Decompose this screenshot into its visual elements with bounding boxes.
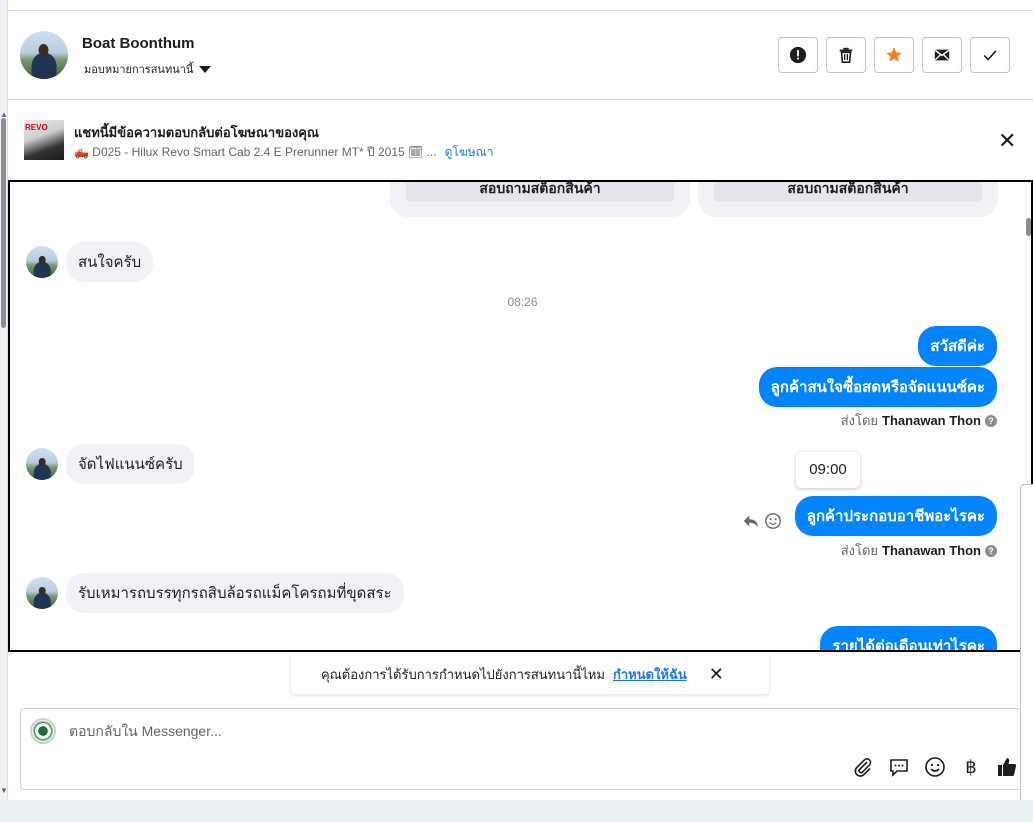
outgoing-message[interactable]: ลูกค้าสนใจซื้อสดหรือจัดแนนซ์คะ [758,367,997,407]
incoming-message: จัดไฟแนนซ์ครับ [26,444,195,484]
view-ad-link[interactable]: ดูโฆษณา [445,143,494,162]
mark-unread-button[interactable] [922,37,962,73]
outgoing-message[interactable]: รายได้ต่อเดือนเท่าไรคะ [820,626,997,650]
check-icon [983,50,997,61]
mark-spam-button[interactable] [778,37,818,73]
sender-name: Thanawan Thon [882,413,981,428]
bottom-strip [0,800,1033,822]
product-card: สอบถามสต็อกสินค้า [390,182,690,217]
outgoing-message[interactable]: ลูกค้าประกอบอาชีพอะไรคะ [794,496,997,536]
trash-icon [839,47,853,64]
assign-prompt: คุณต้องการได้รับการกำหนดไปยังการสนทนานี้… [291,654,769,694]
message-composer: ฿ [20,708,1033,790]
side-panel-edge[interactable] [1020,484,1033,814]
contact-avatar[interactable] [26,246,58,278]
messenger-inbox: ▲ ▼ Boat Boonthum มอบหมายการสนทนานี้ REV… [0,0,1033,822]
incoming-message: รับเหมารถบรรทุกรถสิบล้อรถแม็คโครถมที่ขุด… [26,573,404,613]
sender-name: Thanawan Thon [882,543,981,558]
ad-reply-banner: REVO แชทนี้มีข้อความตอบกลับต่อโฆษณาของคุ… [8,101,1033,179]
contact-avatar[interactable] [26,577,58,609]
saved-replies-icon[interactable] [888,756,910,778]
page-avatar [30,718,56,744]
assign-label: มอบหมายการสนทนานี้ [84,64,194,76]
mark-done-button[interactable] [970,37,1010,73]
ad-banner-title: แชทนี้มีข้อความตอบกลับต่อโฆษณาของคุณ [74,125,319,140]
stock-inquiry-button[interactable]: สอบถามสต็อกสินค้า [714,182,982,202]
ad-thumbnail[interactable]: REVO [24,120,64,160]
stock-inquiry-button[interactable]: สอบถามสต็อกสินค้า [406,182,674,202]
assign-dropdown[interactable]: มอบหมายการสนทนานี้ [84,60,212,78]
sent-by-label: ส่งโดย Thanawan Thon ? [841,410,997,431]
scrollbar-thumb[interactable] [1,118,6,328]
left-scrollbar[interactable]: ▲ ▼ [0,0,8,800]
payment-icon[interactable]: ฿ [960,756,982,778]
star-icon [886,47,902,62]
alert-icon [789,46,807,64]
assign-prompt-text: คุณต้องการได้รับการกำหนดไปยังการสนทนานี้… [321,666,605,682]
paperclip-icon[interactable] [852,756,874,778]
reply-input[interactable] [69,721,669,741]
sent-by-label: ส่งโดย Thanawan Thon ? [841,540,997,561]
reply-icon[interactable] [742,512,760,530]
ad-description: 🛻 D025 - Hilux Revo Smart Cab 2.4 E Prer… [74,145,437,159]
composer-toolbar: ฿ [852,756,1018,778]
scroll-down-icon[interactable]: ▼ [0,786,8,795]
message-bubble[interactable]: จัดไฟแนนซ์ครับ [66,444,195,484]
star-button[interactable] [874,37,914,73]
message-bubble[interactable]: รับเหมารถบรรทุกรถสิบล้อรถแม็คโครถมที่ขุด… [66,573,404,613]
ad-banner-subtitle: 🛻 D025 - Hilux Revo Smart Cab 2.4 E Prer… [74,143,494,162]
outgoing-message[interactable]: สวัสดีค่ะ [918,326,997,366]
close-icon[interactable]: ✕ [709,664,724,685]
delete-button[interactable] [826,37,866,73]
scrollbar-thumb[interactable] [1026,218,1031,236]
emoji-icon[interactable] [924,756,946,778]
thumbs-up-icon[interactable] [996,756,1018,778]
contact-avatar[interactable] [26,448,58,480]
message-actions [742,512,782,530]
contact-name[interactable]: Boat Boonthum [82,35,194,52]
help-icon[interactable]: ? [985,414,997,427]
help-icon[interactable]: ? [985,544,997,557]
chevron-down-icon [199,65,212,73]
top-divider [8,0,1033,11]
assign-to-me-link[interactable]: กำหนดให้ฉัน [613,664,687,685]
time-tooltip: 09:00 [796,452,860,488]
product-card: สอบถามสต็อกสินค้า [698,182,998,217]
envelope-icon [934,49,950,61]
contact-avatar[interactable] [20,31,68,79]
message-timestamp: 08:26 [507,295,538,309]
message-bubble[interactable]: สนใจครับ [66,242,154,282]
incoming-message: สนใจครับ [26,242,154,282]
message-list[interactable]: สอบถามสต็อกสินค้า สอบถามสต็อกสินค้า สนใจ… [8,180,1033,652]
conversation-header: Boat Boonthum มอบหมายการสนทนานี้ [8,11,1033,100]
close-icon[interactable]: ✕ [998,130,1016,152]
emoji-icon[interactable] [764,512,782,530]
